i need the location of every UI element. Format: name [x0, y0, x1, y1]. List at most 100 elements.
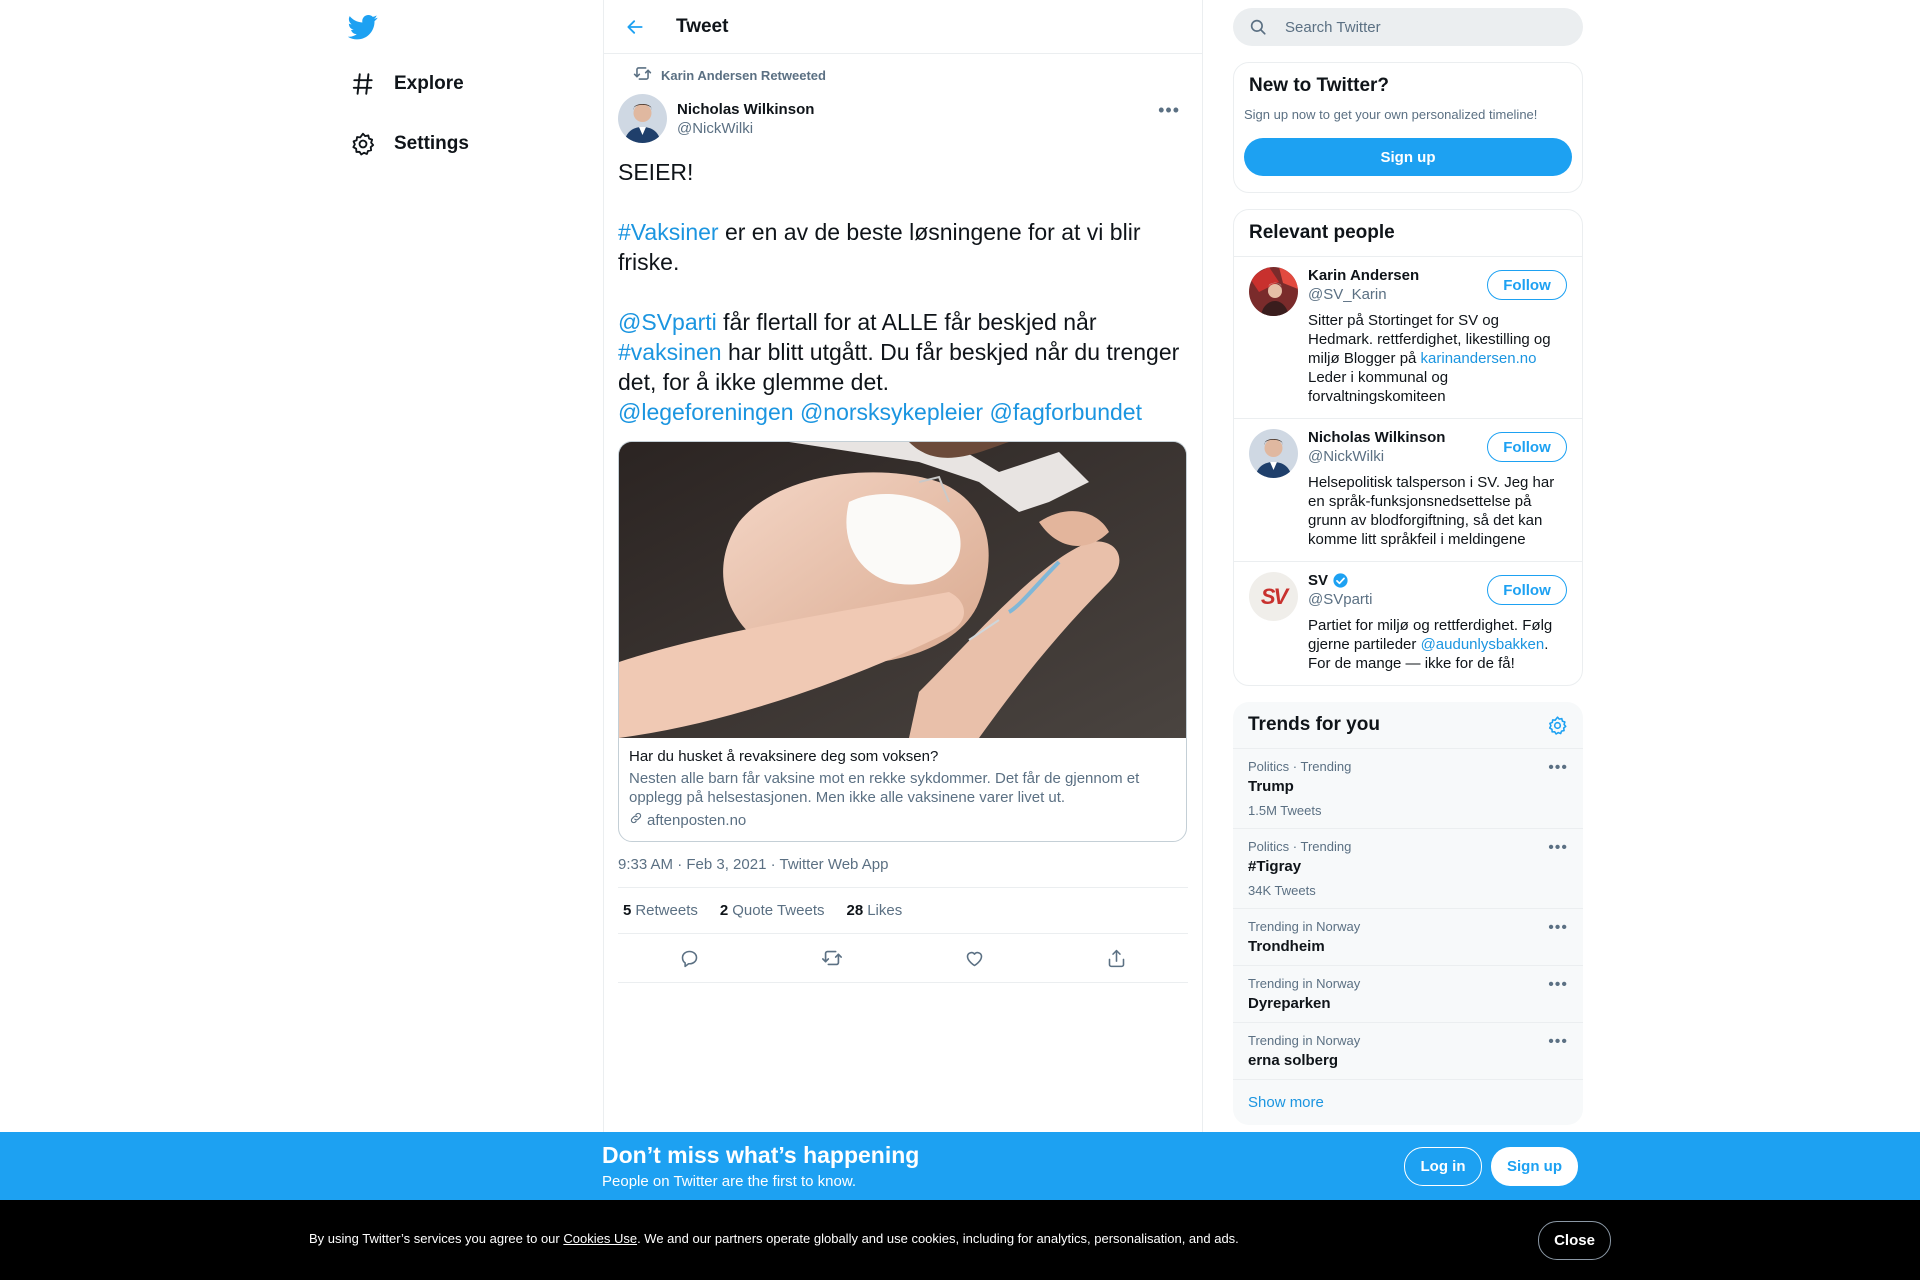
banner-subtitle: People on Twitter are the first to know. [602, 1173, 857, 1190]
retweets-count: 5 [623, 902, 632, 919]
person-card[interactable]: Nicholas Wilkinson @NickWilki Helsepolit… [1234, 419, 1582, 562]
trend-item[interactable]: Trending in Norway Dyreparken ••• [1233, 966, 1583, 1023]
more-options-icon[interactable]: ••• [1548, 976, 1568, 994]
retweets-label: Retweets [635, 902, 698, 919]
card-title: Har du husket å revaksinere deg som voks… [629, 748, 939, 765]
trend-context: Trending in Norway [1248, 1033, 1361, 1048]
likes-label: Likes [867, 902, 903, 919]
mention-link[interactable]: @fagforbundet [989, 399, 1142, 425]
likes-stat[interactable]: 28 Likes [847, 902, 903, 919]
sv-logo-avatar[interactable]: SV [1249, 572, 1298, 621]
quotes-count: 2 [719, 902, 729, 919]
right-sidebar: New to Twitter? Sign up now to get your … [1233, 0, 1583, 1125]
trend-name: Dyreparken [1248, 995, 1331, 1012]
tweet-stats: 5 Retweets 2 Quote Tweets 28 Likes [618, 888, 1188, 934]
relevant-people-box: Relevant people Karin Andersen @SV_Karin… [1233, 209, 1583, 686]
search-bar[interactable] [1233, 8, 1583, 46]
follow-button[interactable]: Follow [1487, 432, 1567, 462]
new-to-twitter-box: New to Twitter? Sign up now to get your … [1233, 62, 1583, 193]
main-column: Tweet Karin Andersen Retweeted Nicholas … [603, 0, 1203, 1280]
tweet-meta[interactable]: 9:33 AM · Feb 3, 2021 · Twitter Web App [618, 856, 1188, 888]
hashtag-link[interactable]: #vaksinen [618, 339, 722, 365]
banner-signup-button[interactable]: Sign up [1491, 1147, 1578, 1186]
avatar[interactable] [618, 94, 667, 143]
search-input[interactable] [1283, 17, 1557, 37]
retweet-icon [633, 64, 661, 86]
nav-settings[interactable]: Settings [348, 124, 469, 164]
nav-explore[interactable]: Explore [348, 64, 464, 104]
share-icon[interactable] [1098, 939, 1136, 977]
login-button[interactable]: Log in [1404, 1147, 1482, 1186]
link-card[interactable]: Har du husket å revaksinere deg som voks… [618, 441, 1187, 842]
likes-count: 28 [846, 902, 864, 919]
trend-name: Trump [1248, 778, 1294, 795]
link-icon [629, 811, 643, 829]
gear-icon[interactable] [1547, 715, 1568, 736]
page-title: Tweet [676, 15, 729, 37]
new-to-twitter-title: New to Twitter? [1249, 75, 1390, 96]
more-options-icon[interactable]: ••• [1548, 839, 1568, 857]
tweet-author: Nicholas Wilkinson @NickWilki ••• [618, 94, 1188, 143]
search-icon [1249, 17, 1269, 37]
trend-context: Politics · Trending [1248, 759, 1352, 774]
trend-item[interactable]: Trending in Norway erna solberg ••• [1233, 1023, 1583, 1080]
back-arrow-icon[interactable] [622, 14, 648, 40]
twitter-logo-icon[interactable] [347, 12, 378, 42]
close-button[interactable]: Close [1538, 1221, 1611, 1260]
retweet-icon[interactable] [813, 939, 851, 977]
retweet-context: Karin Andersen Retweeted [633, 64, 1188, 86]
verified-badge-icon [1332, 572, 1349, 589]
bio-text: Leder i kommunal og forvaltningskomiteen [1308, 369, 1449, 405]
cookie-text: By using Twitter’s services you agree to… [309, 1231, 1239, 1246]
card-description: Nesten alle barn får vaksine mot en rekk… [629, 770, 1140, 806]
mention-link[interactable]: @SVparti [618, 309, 717, 335]
bio-link[interactable]: @audunlysbakken [1421, 636, 1545, 653]
author-handle[interactable]: @NickWilki [677, 120, 814, 137]
trend-name: #Tigray [1248, 858, 1302, 875]
hash-icon [348, 69, 378, 99]
more-options-icon[interactable]: ••• [1158, 100, 1180, 121]
cookie-text-before: By using Twitter’s services you agree to… [309, 1231, 564, 1246]
more-options-icon[interactable]: ••• [1548, 1033, 1568, 1051]
mention-link[interactable]: @norsksykepleier [800, 399, 983, 425]
signup-banner: Don’t miss what’s happening People on Tw… [0, 1132, 1920, 1200]
more-options-icon[interactable]: ••• [1548, 919, 1568, 937]
trend-item[interactable]: Politics · Trending Trump 1.5M Tweets ••… [1233, 749, 1583, 829]
trend-item[interactable]: Politics · Trending #Tigray 34K Tweets •… [1233, 829, 1583, 909]
reply-icon[interactable] [670, 939, 708, 977]
trend-name: erna solberg [1248, 1052, 1339, 1069]
trend-item[interactable]: Trending in Norway Trondheim ••• [1233, 909, 1583, 966]
nav-explore-label: Explore [394, 73, 464, 94]
avatar[interactable] [1249, 267, 1298, 316]
person-card[interactable]: Karin Andersen @SV_Karin Sitter på Stort… [1234, 257, 1582, 419]
nav-settings-label: Settings [394, 133, 469, 154]
like-heart-icon[interactable] [955, 939, 993, 977]
show-more-link[interactable]: Show more [1233, 1080, 1583, 1125]
signup-button[interactable]: Sign up [1244, 138, 1572, 176]
cookie-text-after: . We and our partners operate globally a… [637, 1231, 1239, 1246]
quote-tweets-stat[interactable]: 2 Quote Tweets [720, 902, 825, 919]
trend-count: 34K Tweets [1248, 883, 1316, 898]
retweets-stat[interactable]: 5 Retweets [623, 902, 698, 919]
cookies-use-link[interactable]: Cookies Use [563, 1231, 637, 1246]
sv-logo-text: SV [1260, 583, 1288, 609]
follow-button[interactable]: Follow [1487, 575, 1567, 605]
trend-count: 1.5M Tweets [1248, 803, 1322, 818]
trends-box: Trends for you Politics · Trending Trump… [1233, 702, 1583, 1125]
tweet-text: SEIER! #Vaksiner er en av de beste løsni… [618, 157, 1188, 427]
bio-link[interactable]: karinandersen.no [1421, 350, 1537, 367]
author-name[interactable]: Nicholas Wilkinson [677, 101, 814, 118]
new-to-twitter-subtitle: Sign up now to get your own personalized… [1244, 107, 1538, 122]
trend-context: Trending in Norway [1248, 976, 1361, 991]
person-bio: Sitter på Stortinget for SV og Hedmark. … [1308, 311, 1558, 406]
tweet: Karin Andersen Retweeted Nicholas Wilkin… [604, 64, 1202, 983]
retweeted-by-label: Karin Andersen Retweeted [661, 67, 826, 83]
more-options-icon[interactable]: ••• [1548, 759, 1568, 777]
person-bio: Helsepolitisk talsperson i SV. Jeg har e… [1308, 474, 1555, 548]
mention-link[interactable]: @legeforeningen [618, 399, 794, 425]
hashtag-link[interactable]: #Vaksiner [618, 219, 719, 245]
person-card[interactable]: SV SV @SVparti Partiet for miljø og rett… [1234, 562, 1582, 685]
trends-header: Trends for you [1233, 702, 1583, 749]
avatar[interactable] [1249, 429, 1298, 478]
follow-button[interactable]: Follow [1487, 270, 1567, 300]
